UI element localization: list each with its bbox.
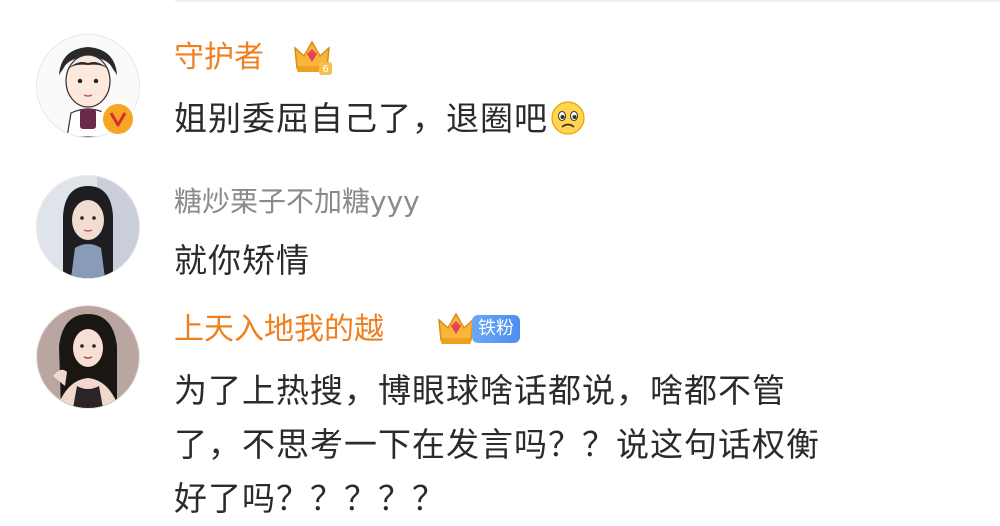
comment-item: 糖炒栗子不加糖yyy 就你矫情 bbox=[0, 170, 1000, 300]
username[interactable]: 上天入地我的越 bbox=[174, 310, 384, 350]
crown-level-icon: 6 bbox=[293, 38, 333, 80]
comment-item: 上天入地我的越 铁粉 为了上热搜，博眼球啥话都说，啥都不管 了，不思考一下在发言… bbox=[0, 300, 1000, 526]
comment-text-line: 好了吗？？？？？ bbox=[174, 479, 446, 518]
verified-badge-icon bbox=[100, 101, 136, 137]
comment-text: 姐别委屈自己了，退圈吧 bbox=[174, 92, 974, 152]
username[interactable]: 守护者 bbox=[174, 38, 264, 78]
comment-item: 守护者 6 姐别委屈自己了，退圈吧 bbox=[0, 0, 1000, 170]
avatar[interactable] bbox=[36, 305, 140, 409]
fan-badge: 铁粉 bbox=[472, 315, 520, 343]
comment-text-content: 姐别委屈自己了，退圈吧 bbox=[174, 99, 548, 138]
sad-face-emoji-icon bbox=[550, 98, 586, 152]
crown-level-number: 6 bbox=[322, 64, 328, 75]
avatar[interactable] bbox=[36, 175, 140, 279]
comment-text: 为了上热搜，博眼球啥话都说，啥都不管 了，不思考一下在发言吗？？说这句话权衡 好… bbox=[174, 364, 974, 526]
comment-text-line: 为了上热搜，博眼球啥话都说，啥都不管 bbox=[174, 371, 786, 410]
comment-text: 就你矫情 bbox=[174, 241, 310, 280]
crown-icon bbox=[437, 310, 475, 352]
comment-text-line: 了，不思考一下在发言吗？？说这句话权衡 bbox=[174, 425, 820, 464]
username[interactable]: 糖炒栗子不加糖yyy bbox=[174, 182, 420, 222]
